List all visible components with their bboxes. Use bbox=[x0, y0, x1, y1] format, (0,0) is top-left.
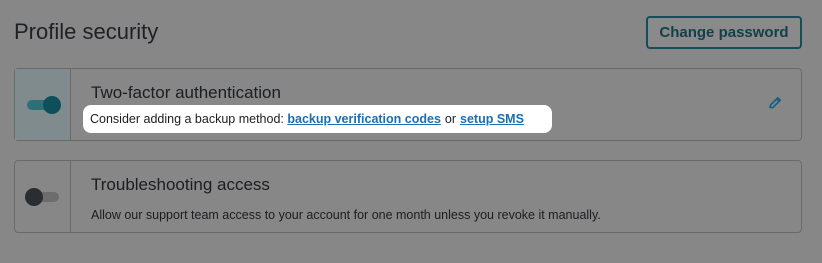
backup-or-text: or bbox=[444, 112, 457, 126]
backup-method-callout: Consider adding a backup method: backup … bbox=[83, 105, 552, 133]
setup-sms-link[interactable]: setup SMS bbox=[460, 112, 524, 126]
toggle-knob bbox=[24, 187, 43, 206]
toggle-knob bbox=[42, 95, 61, 114]
backup-codes-link[interactable]: backup verification codes bbox=[287, 112, 441, 126]
troubleshooting-toggle-cell bbox=[15, 161, 71, 232]
two-factor-toggle[interactable] bbox=[26, 95, 61, 114]
pencil-icon[interactable] bbox=[767, 95, 783, 111]
profile-security-page: Profile security Change password Two-fac… bbox=[0, 0, 822, 263]
troubleshooting-title: Troubleshooting access bbox=[91, 175, 270, 194]
troubleshooting-description: Allow our support team access to your ac… bbox=[91, 208, 601, 222]
page-title: Profile security bbox=[14, 19, 159, 44]
two-factor-toggle-cell bbox=[15, 69, 71, 140]
change-password-button[interactable]: Change password bbox=[646, 16, 802, 49]
two-factor-title: Two-factor authentication bbox=[91, 83, 281, 102]
troubleshooting-card: Troubleshooting access Allow our support… bbox=[14, 160, 802, 233]
backup-method-prefix: Consider adding a backup method: bbox=[90, 112, 284, 126]
troubleshooting-toggle[interactable] bbox=[24, 187, 59, 206]
